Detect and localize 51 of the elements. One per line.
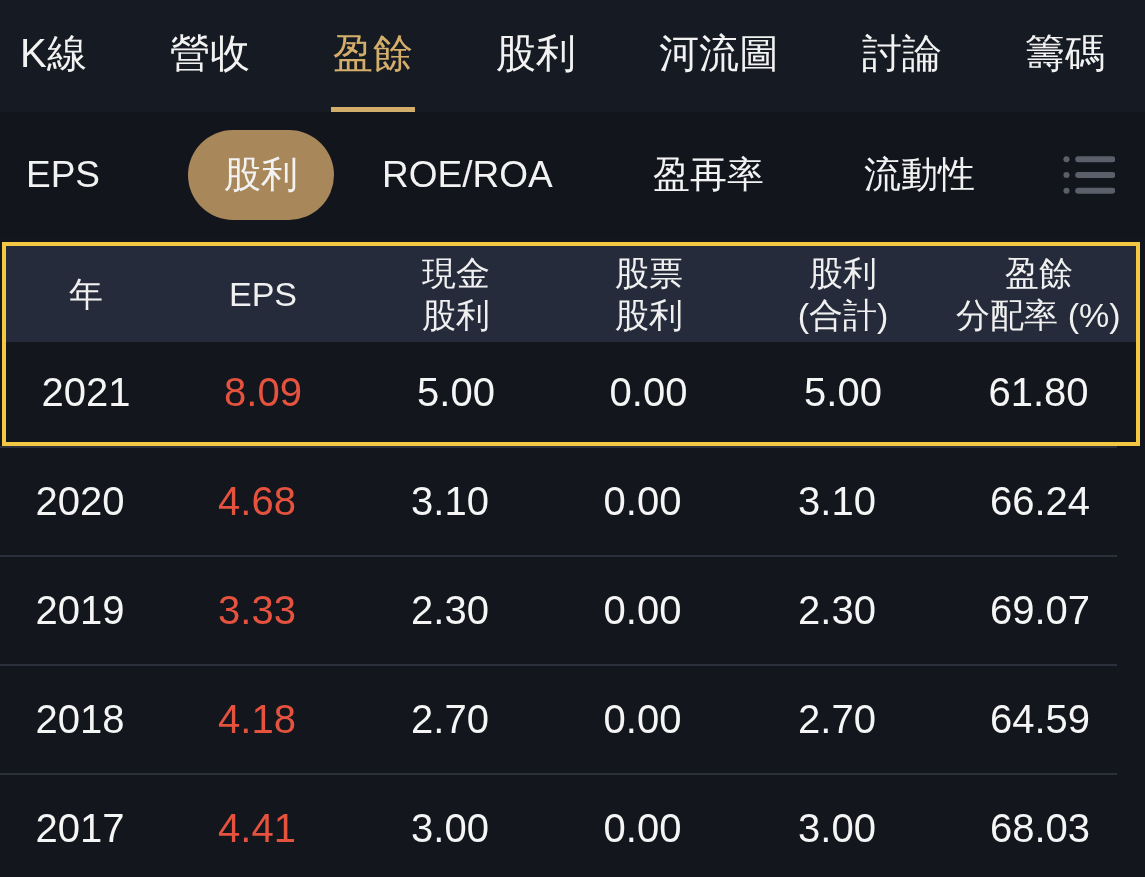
nav-tab[interactable]: 河流圖 [656,0,781,112]
eps-value: 3.33 [217,588,297,633]
column-header-line: 現金 [422,253,490,294]
menu-icon[interactable] [1062,153,1115,197]
column-header-line: EPS [228,274,297,315]
column-header-line: 股利 [809,253,877,294]
table-cell-text: 3.00 [797,806,877,851]
eps-value: 4.41 [217,806,297,851]
sub-tab[interactable]: EPS [14,134,113,216]
table-cell-text: 2017 [34,806,126,851]
table-cell-text: 0.00 [602,806,683,851]
table-cell-text: 61.80 [987,369,1090,415]
column-header-line: 盈餘 [1004,253,1073,294]
table-cell-text: 5.00 [416,369,496,415]
nav-tab[interactable]: K線 [18,0,89,112]
table-cell-text: 2.70 [797,697,877,742]
table-cell-text: 2.30 [410,588,490,633]
table-cell-text: 0.00 [602,588,683,633]
nav-tab[interactable]: 營收 [167,0,252,112]
nav-tab[interactable]: 股利 [493,0,578,112]
table-cell-text: 0.00 [602,479,683,524]
table-cell-text: 5.00 [803,369,883,415]
column-header-line: 股票 [614,253,683,294]
column-header-line: 股利 [422,295,490,336]
table-cell-text: 2021 [40,369,132,415]
nav-tab[interactable]: 籌碼 [1022,0,1107,112]
column-header-line: (合計) [797,295,889,336]
sub-tab[interactable]: ROE/ROA [370,134,565,216]
sub-tab[interactable]: 盈再率 [640,130,776,220]
eps-value: 4.68 [217,479,297,524]
column-header-line: 年 [69,274,103,315]
table-cell-text: 64.59 [988,697,1092,742]
table-cell-text: 2020 [34,479,126,524]
eps-value: 8.09 [223,369,303,415]
nav-tab[interactable]: 討論 [859,0,944,112]
table-cell-text: 2018 [34,697,126,742]
table-cell-text: 3.00 [410,806,490,851]
column-header-line: 股利 [614,295,683,336]
table-cell-text: 66.24 [988,479,1092,524]
table-cell-text: 3.10 [410,479,490,524]
table-cell-text: 3.10 [797,479,877,524]
table-cell-text: 68.03 [988,806,1092,851]
eps-value: 4.18 [217,697,297,742]
table-cell-text: 2019 [34,588,126,633]
column-header-line: 分配率 (%) [956,295,1121,336]
table-cell-text: 69.07 [988,588,1092,633]
table-cell-text: 2.70 [410,697,490,742]
sub-tab[interactable]: 流動性 [851,130,987,220]
table-cell-text: 0.00 [602,697,683,742]
table-cell-text: 2.30 [797,588,877,633]
table-cell-text: 0.00 [608,369,689,415]
